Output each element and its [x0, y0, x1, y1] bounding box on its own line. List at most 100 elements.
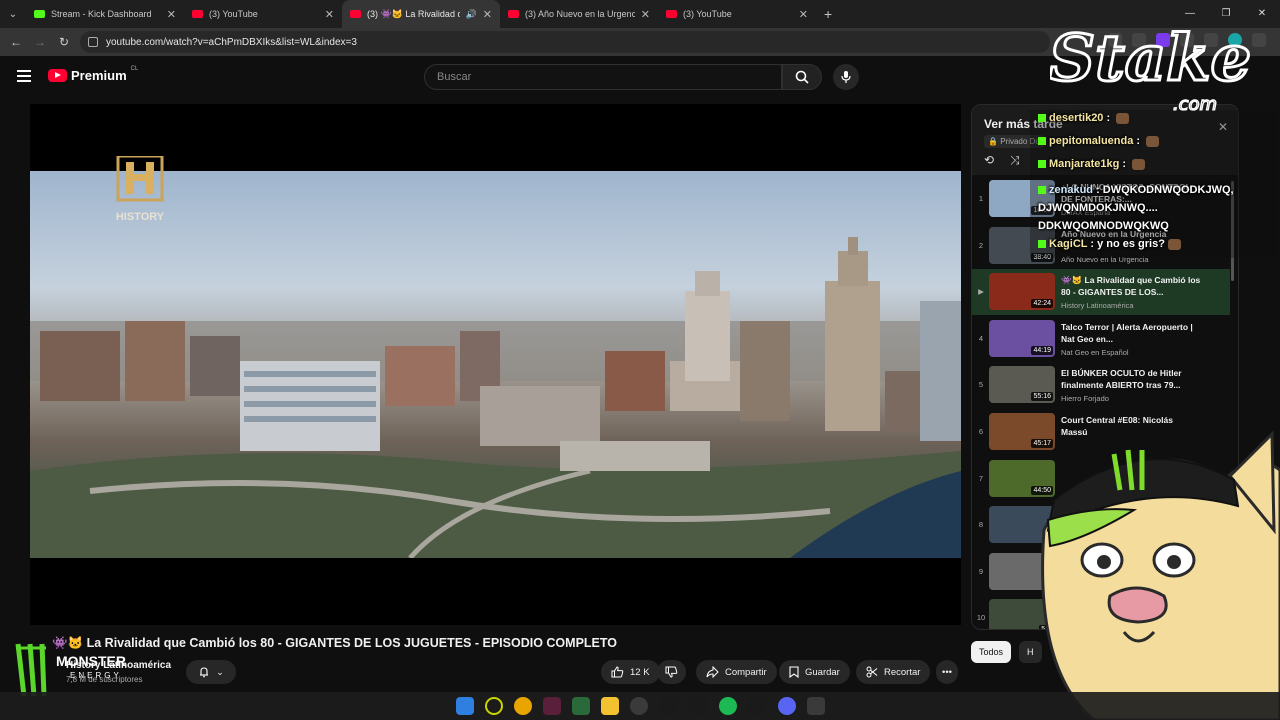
speaker-icon[interactable]: 🔊	[466, 9, 477, 20]
item-title[interactable]: El BÚNKER OCULTO de Hitler finalmente AB…	[1061, 367, 1201, 391]
tab-youtube-1[interactable]: (3) YouTube ✕	[184, 0, 342, 28]
item-index: 7	[978, 473, 984, 483]
city-aerial-image	[30, 237, 961, 558]
tab-youtube-2[interactable]: (3) YouTube ✕	[658, 0, 816, 28]
clip-label: Recortar	[884, 666, 921, 678]
address-bar[interactable]: youtube.com/watch?v=aChPmDBXIks&list=WL&…	[80, 31, 1050, 53]
chat-message: pepitomaluenda :	[1038, 135, 1160, 147]
video-thumbnail[interactable]: 42:24	[989, 273, 1055, 311]
playlist-item[interactable]: 5 55:16 El BÚNKER OCULTO de Hitler finalme…	[972, 362, 1230, 408]
chevron-down-icon: ⌄	[216, 666, 224, 677]
chrome-icon[interactable]	[514, 697, 532, 715]
item-channel: Hierro Forjado	[1061, 394, 1109, 404]
like-count: 12 K	[630, 666, 650, 678]
windows-taskbar	[0, 692, 1280, 720]
app-icon[interactable]	[748, 697, 766, 715]
tab-ano-nuevo[interactable]: (3) Año Nuevo en la Urgencia - ✕	[500, 0, 658, 28]
share-button[interactable]: Compartir	[696, 660, 777, 684]
video-duration: 44:19	[1031, 345, 1053, 355]
app-icon[interactable]	[807, 697, 825, 715]
discord-icon[interactable]	[778, 697, 796, 715]
privacy-label: Privado	[1000, 137, 1028, 146]
youtube-premium-logo[interactable]: Premium CL	[48, 66, 138, 83]
loop-icon[interactable]: ⟲	[984, 153, 994, 167]
cat-emote-icon	[1167, 238, 1181, 250]
clip-button[interactable]: Recortar	[856, 660, 931, 684]
close-icon[interactable]: ✕	[799, 8, 808, 21]
site-info-icon[interactable]	[88, 37, 98, 47]
save-label: Guardar	[805, 666, 840, 678]
cat-emote-icon	[1132, 158, 1146, 170]
voice-search-button[interactable]	[833, 64, 859, 90]
hamburger-menu-icon[interactable]	[17, 70, 31, 82]
item-channel: History Latinoamérica	[1061, 301, 1134, 311]
like-button[interactable]: 12 K	[601, 660, 660, 684]
reload-icon[interactable]: ↻	[52, 35, 76, 49]
video-thumbnail[interactable]: 44:19	[989, 319, 1055, 357]
share-icon	[706, 666, 719, 678]
item-index: 1	[978, 194, 984, 203]
youtube-icon	[48, 69, 67, 82]
app-icon[interactable]	[485, 697, 503, 715]
new-tab-button[interactable]: +	[816, 6, 840, 22]
url-text: youtube.com/watch?v=aChPmDBXIks&list=WL&…	[106, 36, 357, 48]
obs-icon[interactable]	[630, 697, 648, 715]
shuffle-icon[interactable]: ⤨	[1010, 153, 1020, 168]
app-icon[interactable]	[689, 697, 707, 715]
video-thumbnail[interactable]: 55:16	[989, 366, 1055, 404]
search-icon	[795, 70, 809, 84]
search-button[interactable]	[782, 64, 822, 90]
tab-label: (3) YouTube	[683, 9, 732, 19]
thumbs-up-icon	[611, 666, 624, 678]
close-icon[interactable]: ✕	[641, 8, 650, 21]
chat-username: pepitomaluenda	[1049, 135, 1134, 147]
search-input[interactable]: Buscar	[424, 64, 782, 90]
playlist-item[interactable]: 4 44:19 Talco Terror | Alerta Aeropuerto |…	[972, 316, 1230, 362]
tab-kick-dashboard[interactable]: Stream - Kick Dashboard ✕	[26, 0, 184, 28]
thumbs-down-icon	[665, 666, 678, 678]
item-index: 4	[978, 333, 984, 343]
history-logo-text: HISTORY	[116, 211, 165, 223]
video-duration: 42:24	[1031, 299, 1053, 309]
item-index: 5	[978, 380, 984, 390]
playlist-item-current[interactable]: ▶ 42:24 👾🐱 La Rivalidad que Cambió los 80 …	[972, 269, 1230, 316]
folder-icon[interactable]	[601, 697, 619, 715]
item-index: 2	[978, 240, 984, 250]
chat-message: zenakud : DWQKODNWQODKJWQ, DJWQNMDOKJNWQ…	[1038, 184, 1234, 232]
chat-username: KagiCL	[1049, 238, 1088, 250]
youtube-icon	[192, 10, 203, 18]
close-icon[interactable]: ✕	[325, 8, 334, 21]
app-icon[interactable]	[660, 697, 678, 715]
chip-todos[interactable]: Todos	[971, 641, 1012, 663]
app-icon[interactable]	[543, 697, 561, 715]
chat-message: Manjarate1kg :	[1038, 158, 1146, 170]
monster-energy-logo: MONSTER ENERGY	[15, 643, 126, 697]
logo-text: Premium	[71, 68, 127, 83]
app-icon[interactable]	[572, 697, 590, 715]
chat-username: desertik20	[1049, 112, 1104, 124]
kick-badge-icon	[1038, 114, 1046, 123]
dislike-button[interactable]	[657, 660, 686, 684]
youtube-icon	[350, 10, 361, 18]
item-title[interactable]: Talco Terror | Alerta Aeropuerto | Nat G…	[1061, 321, 1201, 345]
windows-start-icon[interactable]	[456, 697, 474, 715]
save-button[interactable]: Guardar	[779, 660, 850, 684]
video-player[interactable]: HISTORY	[30, 104, 961, 625]
monster-logo-sub: ENERGY	[70, 671, 122, 680]
cat-mascot-overlay	[1041, 430, 1280, 720]
notifications-button[interactable]: ⌄	[186, 660, 236, 684]
forward-icon[interactable]: →	[28, 35, 52, 49]
kick-badge-icon	[1038, 137, 1046, 146]
video-frame	[30, 171, 961, 558]
chat-message: desertik20 :	[1038, 112, 1130, 124]
back-icon[interactable]: ←	[4, 35, 28, 49]
stake-logo: Stake .com	[1050, 20, 1253, 116]
close-icon[interactable]: ✕	[167, 8, 176, 21]
close-icon[interactable]: ✕	[483, 8, 492, 21]
more-actions-button[interactable]: •••	[936, 660, 958, 684]
item-index: 6	[978, 427, 984, 436]
tab-search-button[interactable]: ⌄	[0, 0, 26, 28]
item-title[interactable]: 👾🐱 La Rivalidad que Cambió los 80 - GIGA…	[1061, 274, 1201, 298]
tab-current-video[interactable]: (3) 👾🐱 La Rivalidad que C 🔊 ✕	[342, 0, 500, 28]
spotify-icon[interactable]	[719, 697, 737, 715]
